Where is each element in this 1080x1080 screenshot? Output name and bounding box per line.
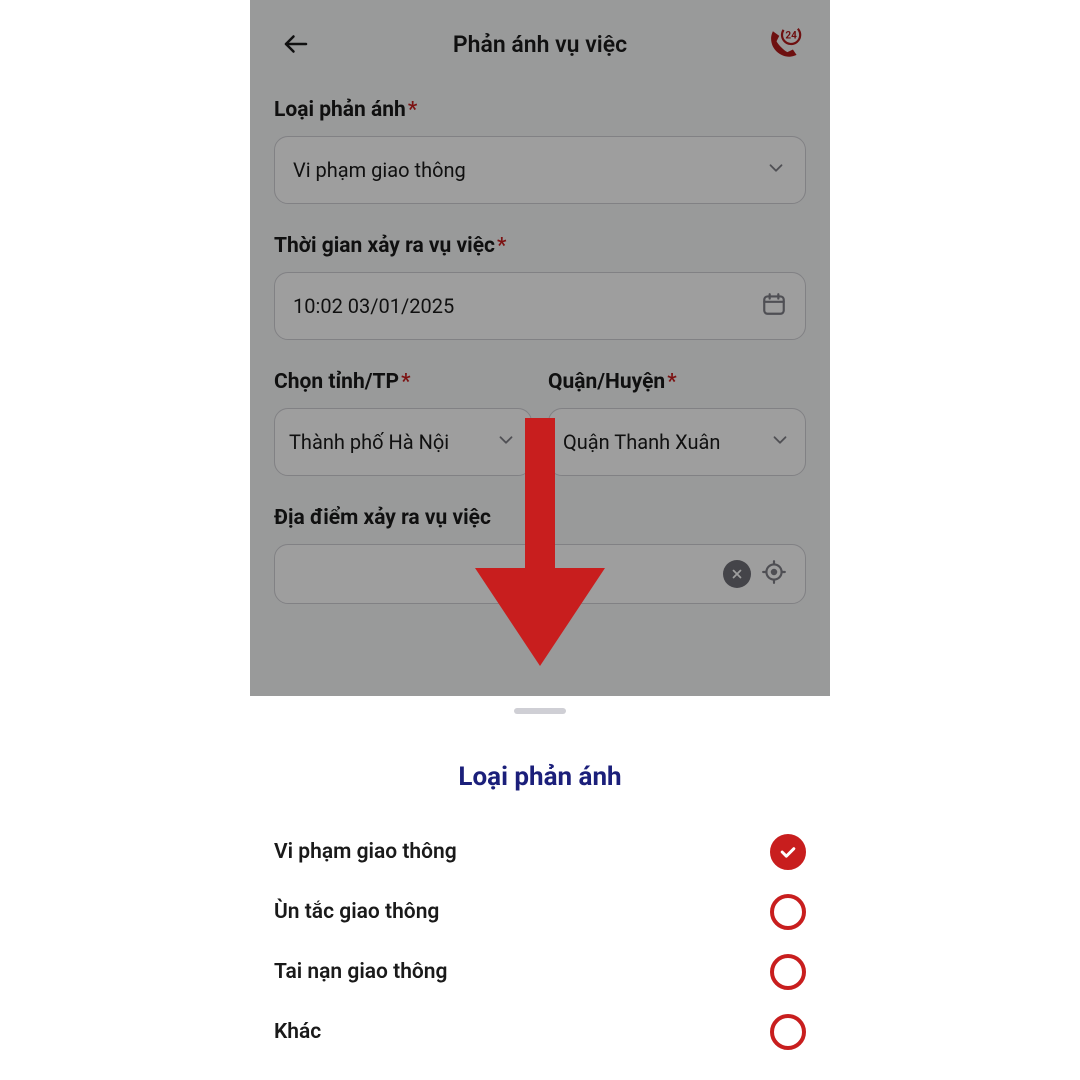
field-time-label: Thời gian xảy ra vụ việc* xyxy=(274,234,806,258)
calendar-icon xyxy=(761,291,787,322)
hotline-button[interactable]: 24 xyxy=(760,22,804,66)
sheet-options: Vi phạm giao thông Ùn tắc giao thông Tai… xyxy=(250,822,830,1062)
radio-unselected xyxy=(770,1014,806,1050)
field-location-row: Chọn tỉnh/TP* Thành phố Hà Nội Quận/Huyệ… xyxy=(274,370,806,476)
option-item-label: Vi phạm giao thông xyxy=(274,840,457,864)
option-item-label: Tai nạn giao thông xyxy=(274,960,448,984)
address-input[interactable] xyxy=(274,544,806,604)
option-item[interactable]: Vi phạm giao thông xyxy=(274,822,806,882)
field-province-label: Chọn tỉnh/TP* xyxy=(274,370,532,394)
close-icon xyxy=(730,567,744,581)
time-input-value: 10:02 03/01/2025 xyxy=(293,294,761,318)
field-time-label-text: Thời gian xảy ra vụ việc xyxy=(274,234,495,258)
field-address-label: Địa điểm xảy ra vụ việc xyxy=(274,506,806,530)
radio-selected xyxy=(770,834,806,870)
field-province-label-text: Chọn tỉnh/TP xyxy=(274,370,399,394)
type-select[interactable]: Vi phạm giao thông xyxy=(274,136,806,204)
bottom-sheet: Loại phản ánh Vi phạm giao thông Ùn tắc … xyxy=(250,696,830,1080)
type-select-value: Vi phạm giao thông xyxy=(293,158,765,182)
option-item[interactable]: Ùn tắc giao thông xyxy=(274,882,806,942)
radio-unselected xyxy=(770,954,806,990)
page-title: Phản ánh vụ việc xyxy=(453,31,627,58)
radio-unselected xyxy=(770,894,806,930)
arrow-left-icon xyxy=(281,29,311,59)
report-form: Loại phản ánh* Vi phạm giao thông Thời g… xyxy=(250,88,830,604)
province-select[interactable]: Thành phố Hà Nội xyxy=(274,408,532,476)
required-mark: * xyxy=(401,370,410,394)
app-screen: Phản ánh vụ việc 24 Loại phản ánh* Vi ph… xyxy=(250,0,830,696)
field-district-label: Quận/Huyện* xyxy=(548,370,806,394)
location-pin-icon[interactable] xyxy=(761,559,787,589)
field-type: Loại phản ánh* Vi phạm giao thông xyxy=(274,98,806,204)
sheet-drag-handle[interactable] xyxy=(514,708,566,714)
option-item-label: Khác xyxy=(274,1020,321,1044)
field-time: Thời gian xảy ra vụ việc* 10:02 03/01/20… xyxy=(274,234,806,340)
sheet-title: Loại phản ánh xyxy=(250,762,830,792)
field-province: Chọn tỉnh/TP* Thành phố Hà Nội xyxy=(274,370,532,476)
svg-text:24: 24 xyxy=(785,31,797,42)
chevron-down-icon xyxy=(495,429,517,456)
required-mark: * xyxy=(667,370,676,394)
field-type-label-text: Loại phản ánh xyxy=(274,98,406,122)
header-bar: Phản ánh vụ việc 24 xyxy=(250,0,830,88)
back-button[interactable] xyxy=(276,24,316,64)
district-select[interactable]: Quận Thanh Xuân xyxy=(548,408,806,476)
field-address: Địa điểm xảy ra vụ việc xyxy=(274,506,806,604)
field-district-label-text: Quận/Huyện xyxy=(548,370,665,394)
chevron-down-icon xyxy=(765,157,787,184)
phone-24-icon: 24 xyxy=(762,24,802,64)
field-district: Quận/Huyện* Quận Thanh Xuân xyxy=(548,370,806,476)
time-input[interactable]: 10:02 03/01/2025 xyxy=(274,272,806,340)
chevron-down-icon xyxy=(769,429,791,456)
required-mark: * xyxy=(408,98,417,122)
option-item[interactable]: Tai nạn giao thông xyxy=(274,942,806,1002)
option-item-label: Ùn tắc giao thông xyxy=(274,900,439,924)
clear-button[interactable] xyxy=(723,560,751,588)
check-icon xyxy=(778,842,798,862)
district-select-value: Quận Thanh Xuân xyxy=(563,430,769,454)
option-item[interactable]: Khác xyxy=(274,1002,806,1062)
required-mark: * xyxy=(497,234,506,258)
province-select-value: Thành phố Hà Nội xyxy=(289,430,495,454)
field-address-label-text: Địa điểm xảy ra vụ việc xyxy=(274,506,491,530)
field-type-label: Loại phản ánh* xyxy=(274,98,806,122)
